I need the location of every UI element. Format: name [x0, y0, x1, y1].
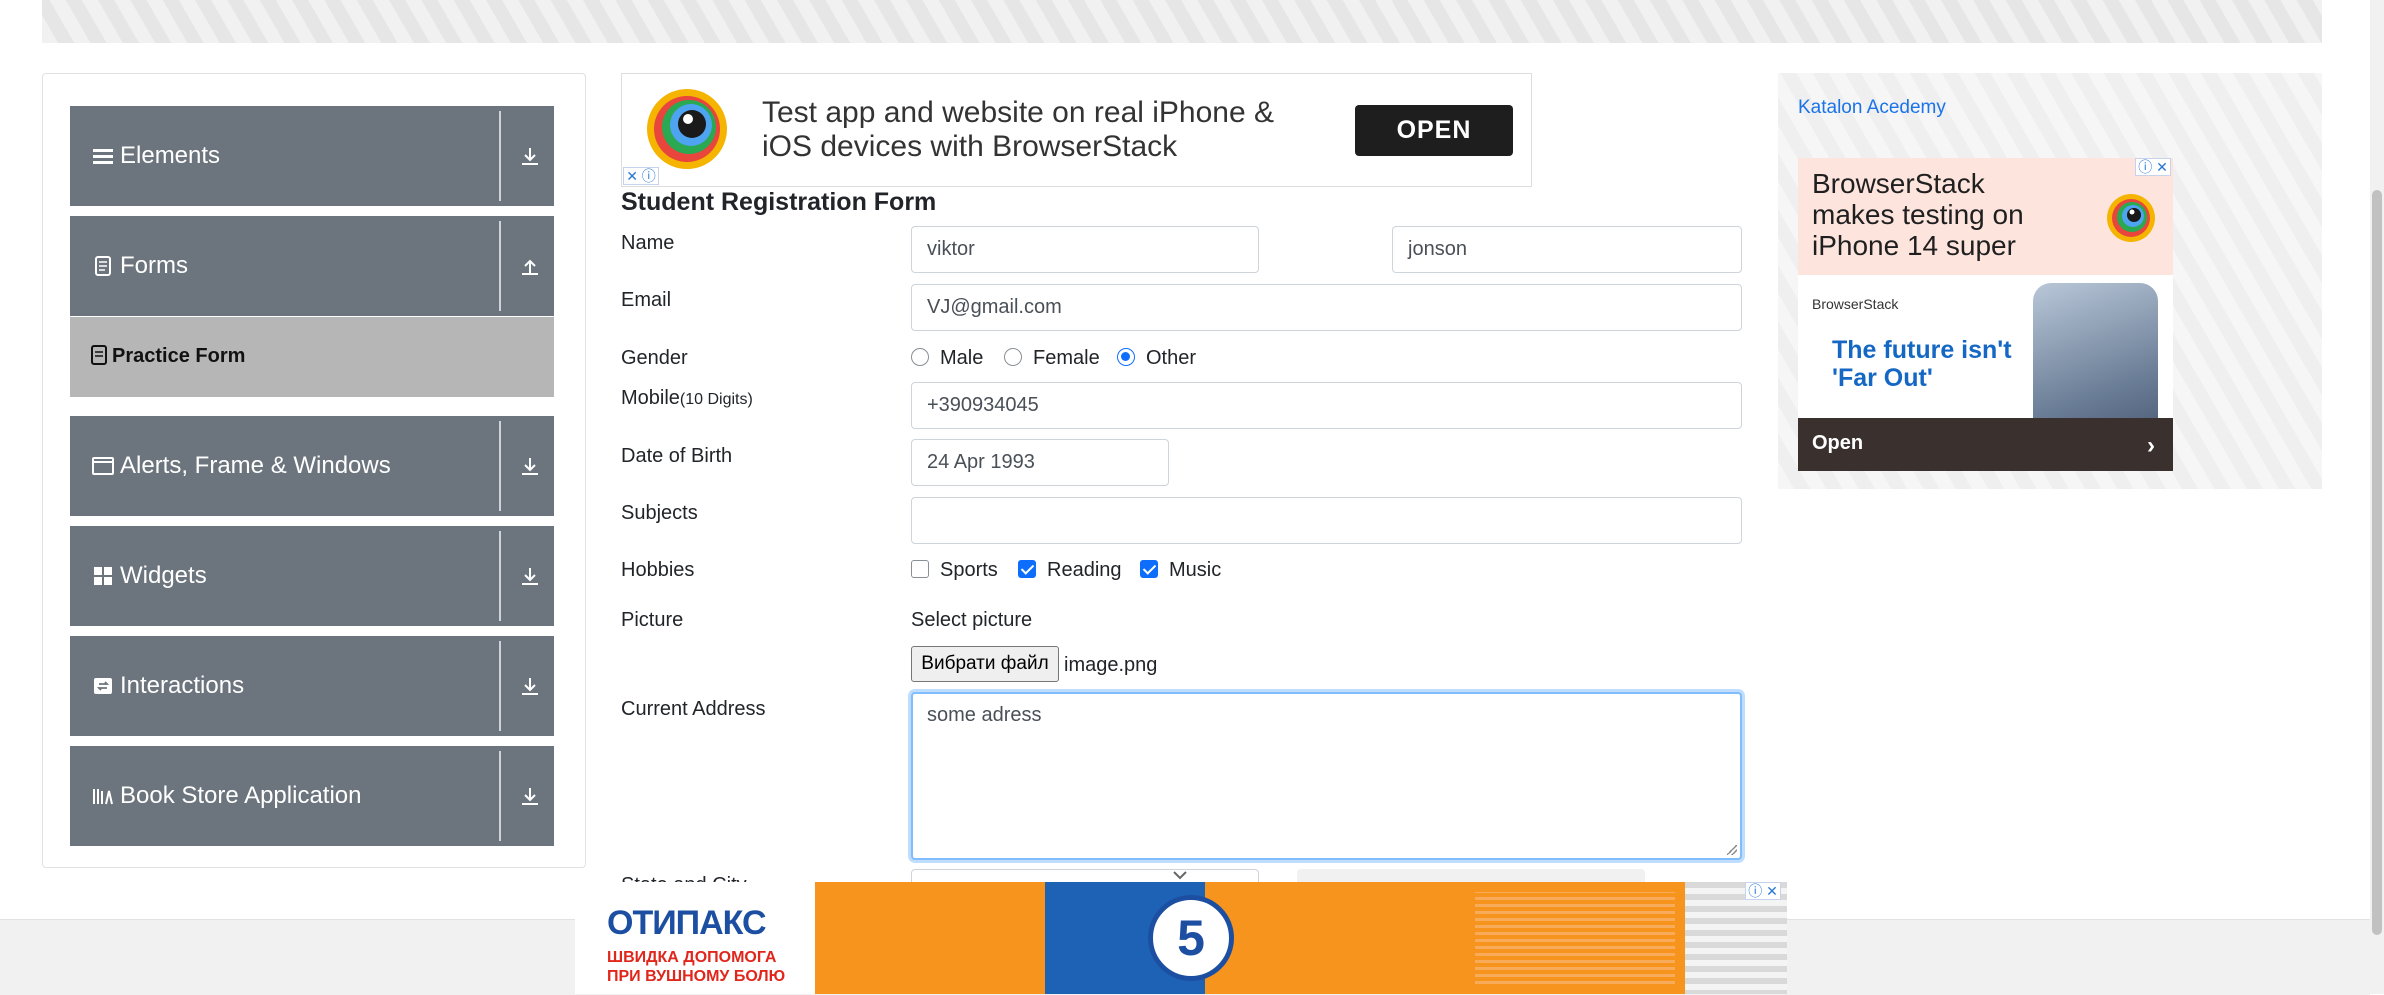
name-label: Name — [621, 232, 675, 254]
first-name-input[interactable]: viktor — [911, 226, 1259, 273]
hobby-music-checkbox[interactable] — [1140, 560, 1158, 578]
sidebar-group-bookstore[interactable]: Book Store Application — [70, 746, 554, 846]
chevron-down-icon — [1173, 871, 1187, 880]
hobby-reading-label[interactable]: Reading — [1047, 559, 1122, 582]
ad-fine-print — [1475, 892, 1675, 984]
divider — [499, 531, 501, 621]
sidebar: Elements Forms Practice Form Alerts, Fra… — [42, 73, 586, 868]
download-arrow-icon[interactable] — [519, 145, 541, 167]
sidebar-group-widgets[interactable]: Widgets — [70, 526, 554, 626]
select-picture-label: Select picture — [911, 609, 1033, 631]
date-of-birth-input[interactable]: 24 Apr 1993 — [911, 439, 1169, 486]
window-icon — [92, 457, 114, 475]
document-icon — [95, 256, 111, 276]
upload-arrow-icon[interactable] — [519, 255, 541, 277]
subjects-input[interactable] — [911, 497, 1742, 544]
choose-file-button[interactable]: Вибрати файл — [911, 646, 1059, 682]
gender-female-label[interactable]: Female — [1033, 347, 1100, 370]
ad-headline: BrowserStack makes testing on iPhone 14 … — [1812, 168, 2024, 261]
interaction-icon — [94, 678, 112, 694]
email-input[interactable]: VJ@gmail.com — [911, 284, 1742, 331]
hobby-music-label[interactable]: Music — [1169, 559, 1221, 582]
ad-subtitle-line1: ШВИДКА ДОПОМОГА — [607, 949, 777, 966]
top-ad-text: Test app and website on real iPhone & iO… — [762, 96, 1275, 163]
sidebar-item-label: Practice Form — [112, 345, 246, 367]
chevron-right-icon: › — [2147, 432, 2155, 459]
sidebar-group-elements[interactable]: Elements — [70, 106, 554, 206]
download-arrow-icon[interactable] — [519, 565, 541, 587]
resize-handle[interactable] — [1727, 845, 1737, 855]
gender-other-label[interactable]: Other — [1146, 347, 1196, 370]
form-doc-icon — [91, 345, 107, 365]
right-ad-banner[interactable]: Katalon Acedemy BrowserStack makes testi… — [1778, 73, 2322, 489]
books-icon — [93, 789, 113, 805]
sidebar-group-label: Forms — [120, 252, 188, 279]
top-ad-open-button[interactable]: OPEN — [1355, 105, 1513, 156]
gender-female-radio[interactable] — [1004, 348, 1022, 366]
grid-icon — [94, 567, 112, 585]
divider — [499, 111, 501, 201]
current-address-label: Current Address — [621, 698, 766, 720]
ad-badge: 5 — [1148, 895, 1234, 981]
gender-other-radio[interactable] — [1117, 348, 1135, 366]
header-banner — [42, 0, 2322, 43]
browserstack-logo-icon — [647, 89, 727, 169]
ad-tagline: The future isn't 'Far Out' — [1832, 336, 2012, 392]
top-ad-banner[interactable]: Test app and website on real iPhone & iO… — [621, 73, 1532, 187]
ad-choices-icon[interactable]: ✕ ⓘ — [623, 167, 659, 185]
bottom-ad-banner[interactable]: ОТИПАКС ШВИДКА ДОПОМОГА ПРИ ВУШНОМУ БОЛЮ… — [575, 882, 1787, 994]
ad-brand-name: ОТИПАКС — [607, 904, 767, 942]
current-address-value: some adress — [927, 704, 1042, 726]
ad-subtitle-line2: ПРИ ВУШНОМУ БОЛЮ — [607, 968, 786, 985]
sidebar-group-label: Alerts, Frame & Windows — [120, 452, 391, 479]
ad-choices-icon[interactable]: ⓘ ✕ — [2135, 158, 2171, 176]
ad-open-label: Open — [1812, 432, 1864, 454]
divider — [499, 751, 501, 841]
current-address-textarea[interactable]: some adress — [911, 692, 1742, 860]
gender-male-radio[interactable] — [911, 348, 929, 366]
email-label: Email — [621, 289, 672, 311]
ad-top-panel: BrowserStack makes testing on iPhone 14 … — [1798, 158, 2173, 275]
subjects-label: Subjects — [621, 502, 698, 524]
hobby-reading-checkbox[interactable] — [1018, 560, 1036, 578]
dob-label: Date of Birth — [621, 445, 733, 467]
hobby-sports-checkbox[interactable] — [911, 560, 929, 578]
menu-icon — [93, 149, 113, 164]
scrollbar-thumb[interactable] — [2372, 190, 2382, 935]
sidebar-group-label: Widgets — [120, 562, 207, 589]
right-ad-card[interactable]: BrowserStack makes testing on iPhone 14 … — [1798, 158, 2173, 471]
sidebar-item-practice-form[interactable]: Practice Form — [70, 317, 554, 397]
sidebar-group-forms[interactable]: Forms — [70, 216, 554, 316]
divider — [499, 641, 501, 731]
download-arrow-icon[interactable] — [519, 455, 541, 477]
ad-subtitle: ШВИДКА ДОПОМОГА ПРИ ВУШНОМУ БОЛЮ — [607, 948, 785, 986]
sidebar-group-label: Interactions — [120, 672, 245, 699]
hobbies-label: Hobbies — [621, 559, 695, 581]
gender-label: Gender — [621, 347, 688, 369]
scrollbar[interactable] — [2370, 0, 2384, 994]
sidebar-group-label: Elements — [120, 142, 221, 169]
download-arrow-icon[interactable] — [519, 675, 541, 697]
mobile-label: Mobile(10 Digits) — [621, 387, 753, 410]
gender-male-label[interactable]: Male — [940, 347, 983, 370]
hobby-sports-label[interactable]: Sports — [940, 559, 998, 582]
ad-choices-icon[interactable]: ⓘ ✕ — [1745, 882, 1781, 900]
divider — [499, 421, 501, 511]
ad-brand: BrowserStack — [1812, 296, 1899, 312]
broken-image-link[interactable]: Katalon Acedemy — [1798, 97, 1946, 119]
ad-open-bar[interactable]: Open › — [1798, 418, 2173, 471]
page-title: Student Registration Form — [621, 188, 937, 216]
file-name: image.png — [1064, 654, 1158, 676]
mobile-label-text: Mobile — [621, 387, 680, 409]
picture-label: Picture — [621, 609, 684, 631]
sidebar-group-interactions[interactable]: Interactions — [70, 636, 554, 736]
mobile-hint: (10 Digits) — [679, 391, 753, 408]
sidebar-group-label: Book Store Application — [120, 782, 362, 809]
mobile-input[interactable]: +390934045 — [911, 382, 1742, 429]
download-arrow-icon[interactable] — [519, 785, 541, 807]
browserstack-logo-icon — [2107, 194, 2155, 242]
divider — [499, 221, 501, 311]
last-name-input[interactable]: jonson — [1392, 226, 1742, 273]
sidebar-group-alerts[interactable]: Alerts, Frame & Windows — [70, 416, 554, 516]
